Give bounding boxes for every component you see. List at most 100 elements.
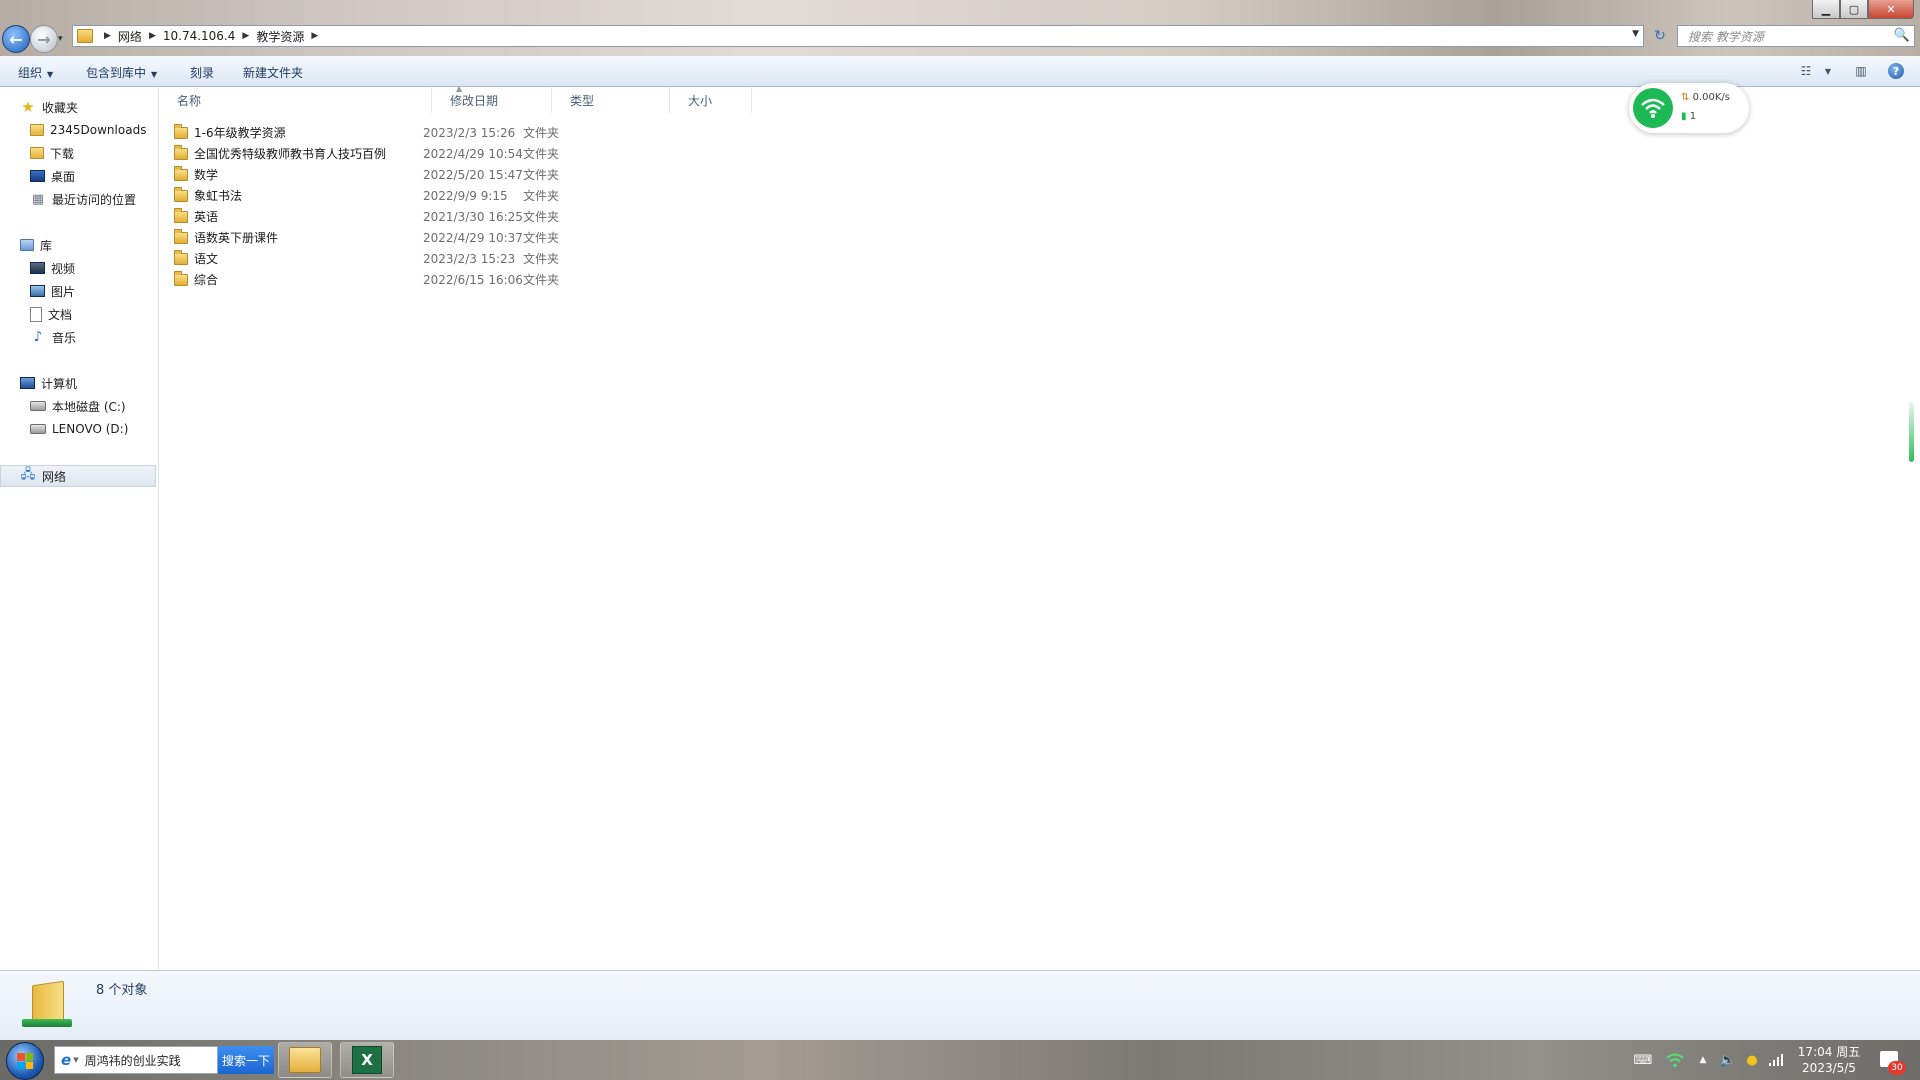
sidebar-item-desktop[interactable]: 桌面 <box>30 165 75 187</box>
taskbar-search-query[interactable]: 周鸿祎的创业实践 <box>85 1052 181 1069</box>
file-type: 文件夹 <box>523 231 560 245</box>
folder-icon <box>174 270 188 286</box>
search-box[interactable]: 🔍 <box>1677 25 1915 48</box>
navigation-pane: ★ 收藏夹 2345Downloads 下载 桌面 ▦ 最近访问的位置 库 视频… <box>0 87 159 970</box>
sidebar-group-favorites[interactable]: ★ 收藏夹 <box>20 96 78 118</box>
computer-icon <box>20 377 35 389</box>
sidebar-item-documents[interactable]: 文档 <box>30 303 72 325</box>
taskbar-app-excel[interactable]: X <box>340 1042 394 1078</box>
speed-value: 0.00K/s <box>1692 92 1730 103</box>
table-row[interactable]: 英语 2021/3/30 16:25 文件夹 <box>174 206 774 227</box>
column-header-label: 大小 <box>688 93 713 108</box>
recent-places-icon: ▦ <box>31 191 45 207</box>
clock-time: 17:04 周五 <box>1797 1045 1861 1059</box>
sidebar-item-2345downloads[interactable]: 2345Downloads <box>30 119 146 141</box>
include-library-label: 包含到库中 <box>86 66 147 80</box>
file-list: 名称 ▲ 修改日期 类型 大小 1-6年级教学资源 2023/2/3 15:26… <box>159 84 1920 970</box>
sidebar-item-music[interactable]: ♪ 音乐 <box>30 326 76 348</box>
video-icon <box>30 262 45 274</box>
file-type: 文件夹 <box>523 168 560 182</box>
table-row[interactable]: 象虹书法 2022/9/9 9:15 文件夹 <box>174 185 774 206</box>
sidebar-item-downloads[interactable]: 下载 <box>30 142 74 164</box>
burn-button[interactable]: 刻录 <box>190 64 214 81</box>
help-button[interactable]: ? <box>1886 62 1906 80</box>
table-row[interactable]: 数学 2022/5/20 15:47 文件夹 <box>174 164 774 185</box>
network-signal-icon[interactable] <box>1766 1040 1786 1080</box>
sidebar-item-label: 本地磁盘 (C:) <box>52 399 126 414</box>
new-folder-button[interactable]: 新建文件夹 <box>243 64 303 81</box>
table-row[interactable]: 综合 2022/6/15 16:06 文件夹 <box>174 269 774 290</box>
wifi-speed-widget[interactable]: ⇅ 0.00K/s ▮ 1 <box>1629 83 1749 133</box>
chevron-down-icon: ▼ <box>47 70 54 79</box>
close-button[interactable]: ✕ <box>1868 0 1914 19</box>
transfer-arrows-icon: ⇅ <box>1681 92 1690 103</box>
breadcrumb-folder[interactable]: 教学资源 <box>256 28 304 45</box>
minimize-button[interactable]: ▁ <box>1812 0 1840 19</box>
table-row[interactable]: 全国优秀特级教师教书育人技巧百例 2022/4/29 10:54 文件夹 <box>174 143 774 164</box>
file-type: 文件夹 <box>523 273 560 287</box>
recent-pages-dropdown-icon[interactable]: ▾ <box>58 34 63 44</box>
chevron-right-icon[interactable]: ▶ <box>311 31 318 41</box>
view-options-icon[interactable]: ☷ <box>1796 62 1816 80</box>
help-icon: ? <box>1888 63 1904 79</box>
chevron-right-icon[interactable]: ▶ <box>149 31 156 41</box>
file-name: 数学 <box>194 168 219 182</box>
organize-button[interactable]: 组织 ▼ <box>18 64 53 81</box>
system-clock[interactable]: 17:04 周五 2023/5/5 <box>1795 1044 1863 1076</box>
sidebar-item-lenovo-d[interactable]: LENOVO (D:) <box>30 418 128 440</box>
organize-label: 组织 <box>18 66 43 80</box>
details-pane: 8 个对象 <box>0 970 1920 1040</box>
sidebar-item-local-disk-c[interactable]: 本地磁盘 (C:) <box>30 395 126 417</box>
table-row[interactable]: 1-6年级教学资源 2023/2/3 15:26 文件夹 <box>174 122 774 143</box>
forward-button[interactable]: → <box>30 25 58 53</box>
taskbar-search-box[interactable]: e ▼ 周鸿祎的创业实践 <box>54 1046 218 1074</box>
breadcrumb-network[interactable]: 网络 <box>118 28 142 45</box>
taskbar-search-button[interactable]: 搜索一下 <box>218 1046 274 1074</box>
wifi-icon <box>1633 88 1673 128</box>
sidebar-group-computer[interactable]: 计算机 <box>20 372 77 394</box>
sidebar-item-recent-places[interactable]: ▦ 最近访问的位置 <box>30 188 136 210</box>
volume-icon[interactable]: 🔈 <box>1718 1040 1738 1080</box>
file-date: 2023/2/3 15:26 <box>423 125 516 140</box>
sidebar-group-libraries[interactable]: 库 <box>20 234 52 256</box>
address-dropdown-icon[interactable]: ▼ <box>1632 29 1639 39</box>
include-in-library-button[interactable]: 包含到库中 ▼ <box>86 64 157 81</box>
drive-icon <box>30 424 46 434</box>
back-button[interactable]: ← <box>2 25 30 53</box>
start-button[interactable] <box>6 1042 44 1080</box>
column-header-date[interactable]: 修改日期 <box>432 87 552 113</box>
search-input[interactable] <box>1686 26 1894 48</box>
show-hidden-icons-icon[interactable]: ▲ <box>1695 1040 1711 1080</box>
address-bar[interactable]: ▶ 网络 ▶ 10.74.106.4 ▶ 教学资源 ▶ ▼ <box>72 25 1644 47</box>
file-type: 文件夹 <box>523 126 560 140</box>
table-row[interactable]: 语数英下册课件 2022/4/29 10:37 文件夹 <box>174 227 774 248</box>
sidebar-item-videos[interactable]: 视频 <box>30 257 75 279</box>
drive-icon <box>30 401 46 411</box>
breadcrumb-host[interactable]: 10.74.106.4 <box>163 29 236 43</box>
table-row[interactable]: 语文 2023/2/3 15:23 文件夹 <box>174 248 774 269</box>
chevron-down-icon[interactable]: ▼ <box>73 1056 78 1064</box>
security-icon[interactable]: ● <box>1742 1040 1762 1080</box>
chevron-right-icon[interactable]: ▶ <box>104 31 111 41</box>
column-header-name[interactable]: 名称 <box>159 87 432 113</box>
search-icon[interactable]: 🔍 <box>1894 28 1910 43</box>
file-name: 英语 <box>194 210 219 224</box>
chevron-down-icon[interactable]: ▼ <box>1818 62 1838 80</box>
taskbar: e ▼ 周鸿祎的创业实践 搜索一下 X ⌨ ▲ 🔈 ● 17:04 周五 202… <box>0 1040 1920 1080</box>
refresh-icon[interactable]: ↻ <box>1650 26 1670 46</box>
wifi-tray-icon[interactable] <box>1664 1040 1686 1080</box>
side-scroll-indicator[interactable] <box>1909 402 1914 462</box>
column-header-type[interactable]: 类型 <box>552 87 670 113</box>
column-header-size[interactable]: 大小 <box>670 87 752 113</box>
maximize-button[interactable]: ▢ <box>1840 0 1868 19</box>
file-date: 2022/6/15 16:06 <box>423 272 523 287</box>
preview-pane-icon[interactable]: ▥ <box>1851 62 1871 80</box>
chevron-right-icon[interactable]: ▶ <box>242 31 249 41</box>
sidebar-item-network[interactable]: 🖧 网络 <box>0 465 156 487</box>
keyboard-icon[interactable]: ⌨ <box>1633 1040 1653 1080</box>
transfer-speed: ⇅ 0.00K/s <box>1681 92 1730 103</box>
title-bar: ▁ ▢ ✕ ← → ▾ ▶ 网络 ▶ 10.74.106.4 ▶ 教学资源 ▶ … <box>0 0 1920 56</box>
sidebar-item-label: 音乐 <box>52 330 77 345</box>
taskbar-app-explorer[interactable] <box>278 1042 332 1078</box>
sidebar-item-pictures[interactable]: 图片 <box>30 280 75 302</box>
